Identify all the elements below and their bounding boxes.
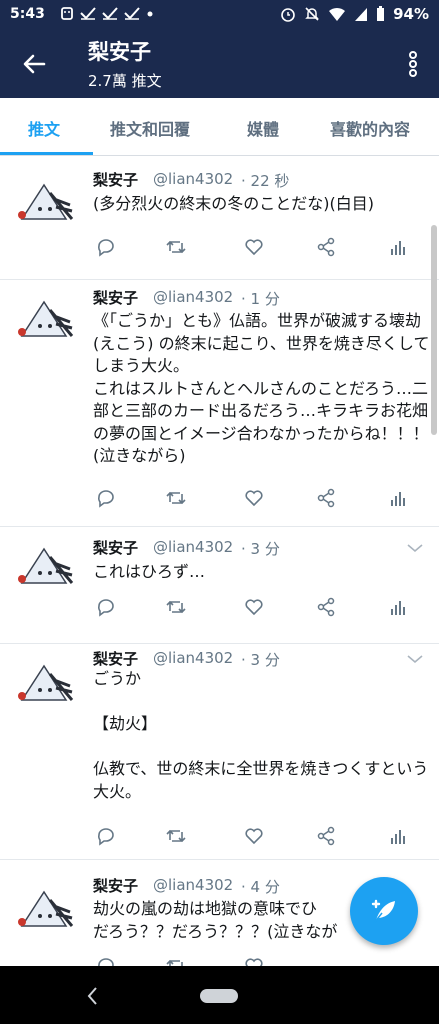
analytics-icon[interactable] — [388, 597, 408, 617]
timestamp: · 4 分 — [241, 878, 280, 896]
timestamp: · 3 分 — [241, 540, 280, 558]
compose-feather-icon — [371, 899, 395, 924]
tweet-count: 2.7萬 推文 — [88, 72, 162, 90]
check-icon — [124, 7, 140, 20]
system-nav-bar — [0, 966, 439, 1024]
tweet-text: 《「ごうか」とも》仏語。世界が破滅する壊劫 (えこう) の終末に起こり、世界を焼… — [93, 311, 430, 465]
reply-icon[interactable] — [96, 597, 116, 617]
tweet-actions — [96, 597, 436, 619]
tab-tweets-and-replies[interactable]: 推文和回覆 — [110, 116, 190, 140]
page-title: 梨安子 — [88, 40, 151, 64]
chevron-down-icon[interactable] — [407, 654, 423, 664]
retweet-icon[interactable] — [166, 956, 186, 966]
tweet-actions — [96, 956, 436, 966]
tab-media[interactable]: 媒體 — [247, 116, 279, 140]
like-icon[interactable] — [244, 597, 264, 617]
system-icons: 94% — [280, 5, 429, 23]
wifi-icon — [329, 7, 346, 21]
tweet-item[interactable]: 梨安子 @lian4302 · 3 分 これはひろず… — [0, 527, 439, 644]
battery-percent: 94% — [393, 5, 429, 23]
like-icon[interactable] — [244, 956, 264, 966]
dot-icon — [147, 11, 153, 17]
tweet-text: これはひろず… — [93, 562, 206, 581]
handle: @lian4302 — [153, 288, 234, 306]
avatar[interactable] — [14, 175, 76, 233]
tweet-item[interactable]: 梨安子 @lian4302 · 1 分 《「ごうか」とも》仏語。世界が破滅する壊… — [0, 280, 439, 527]
tweet-item[interactable]: 梨安子 @lian4302 · 22 秒 (多分烈火の終末の冬のことだな)(白目… — [0, 157, 439, 280]
retweet-icon[interactable] — [166, 488, 186, 508]
retweet-icon[interactable] — [166, 237, 186, 257]
tweet-actions — [96, 826, 436, 848]
handle: @lian4302 — [153, 876, 234, 894]
share-icon[interactable] — [316, 488, 336, 508]
timestamp: · 3 分 — [241, 651, 280, 669]
display-name[interactable]: 梨安子 — [93, 537, 138, 558]
timestamp: · 1 分 — [241, 290, 280, 308]
display-name[interactable]: 梨安子 — [93, 287, 138, 308]
android-icon — [61, 7, 73, 20]
handle: @lian4302 — [153, 538, 234, 556]
tweet-text: (多分烈火の終末の冬のことだな)(白目) — [93, 194, 374, 213]
tab-tweets[interactable]: 推文 — [28, 116, 60, 140]
tab-likes[interactable]: 喜歡的內容 — [330, 116, 410, 140]
status-bar: 5:43 94% — [0, 0, 439, 30]
retweet-icon[interactable] — [166, 826, 186, 846]
reply-icon[interactable] — [96, 956, 116, 966]
share-icon[interactable] — [316, 597, 336, 617]
like-icon[interactable] — [244, 826, 264, 846]
battery-icon — [377, 6, 385, 21]
reply-icon[interactable] — [96, 826, 116, 846]
tweet-actions — [96, 237, 436, 259]
share-icon[interactable] — [316, 237, 336, 257]
status-time: 5:43 — [10, 6, 45, 22]
analytics-icon[interactable] — [388, 237, 408, 257]
avatar[interactable] — [14, 539, 76, 597]
display-name[interactable]: 梨安子 — [93, 648, 138, 669]
like-icon[interactable] — [244, 488, 264, 508]
scrollbar[interactable] — [431, 225, 437, 435]
notification-icons — [60, 5, 154, 21]
reply-icon[interactable] — [96, 237, 116, 257]
like-icon[interactable] — [244, 237, 264, 257]
display-name[interactable]: 梨安子 — [93, 169, 138, 190]
timestamp: · 22 秒 — [241, 172, 290, 190]
tweet-item[interactable]: 梨安子 @lian4302 · 3 分 ごうか 【劫火】 仏教で、世の終末に全世… — [0, 644, 439, 860]
share-icon[interactable] — [316, 826, 336, 846]
tweet-text: ごうか 【劫火】 仏教で、世の終末に全世界を焼きつくすという大火。 — [93, 669, 429, 801]
nav-back-icon[interactable] — [84, 984, 100, 1008]
tweet-actions — [96, 488, 436, 510]
reply-icon[interactable] — [96, 488, 116, 508]
signal-icon — [355, 8, 368, 21]
profile-tabs: 推文 推文和回覆 媒體 喜歡的內容 — [0, 98, 439, 156]
check-icon — [102, 7, 118, 20]
avatar[interactable] — [14, 292, 76, 350]
profile-header: 梨安子 2.7萬 推文 — [0, 30, 439, 98]
handle: @lian4302 — [153, 649, 234, 667]
compose-tweet-button[interactable] — [350, 877, 418, 945]
mute-icon — [305, 7, 319, 21]
nav-home-pill[interactable] — [200, 989, 238, 1003]
avatar[interactable] — [14, 656, 76, 714]
alarm-icon — [281, 8, 295, 22]
analytics-icon[interactable] — [388, 488, 408, 508]
handle: @lian4302 — [153, 170, 234, 188]
active-tab-indicator — [0, 152, 93, 155]
chevron-down-icon[interactable] — [407, 543, 423, 553]
retweet-icon[interactable] — [166, 597, 186, 617]
display-name[interactable]: 梨安子 — [93, 875, 138, 896]
more-options-icon[interactable] — [407, 48, 419, 80]
back-arrow-icon[interactable] — [18, 48, 50, 80]
avatar[interactable] — [14, 882, 76, 940]
check-icon — [80, 7, 96, 20]
analytics-icon[interactable] — [388, 826, 408, 846]
